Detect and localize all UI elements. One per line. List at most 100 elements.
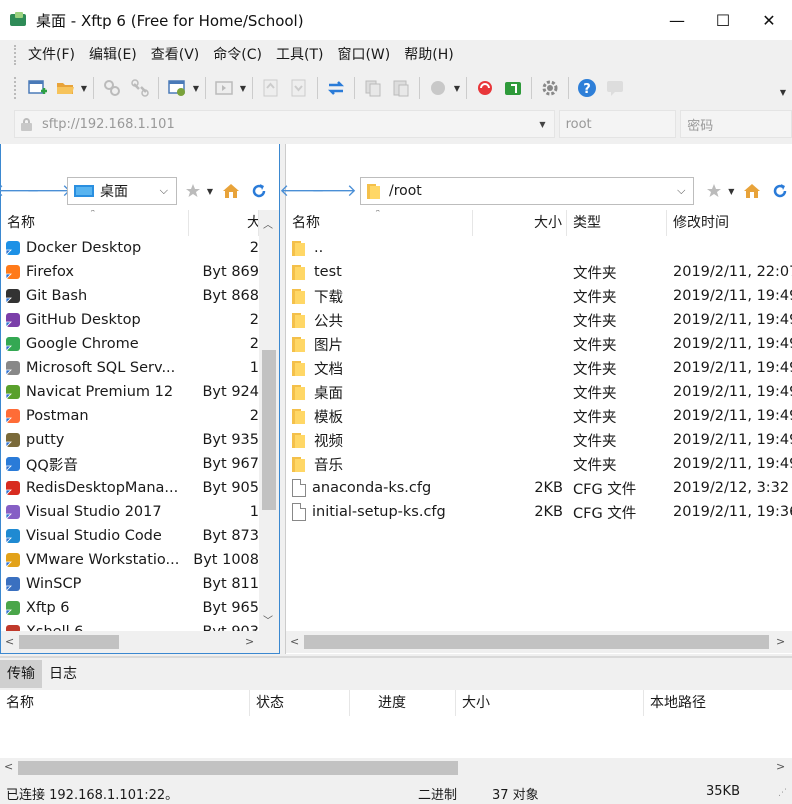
transfer-horizontal-scrollbar[interactable]: < >: [0, 758, 792, 778]
table-row[interactable]: QQ影音 967 Byt: [1, 452, 259, 476]
table-row[interactable]: ..: [286, 236, 792, 260]
home-icon[interactable]: [219, 179, 243, 203]
local-col-size[interactable]: 大: [189, 210, 259, 236]
table-row[interactable]: Xshell 6 903 Byt: [1, 620, 259, 631]
username-input[interactable]: root: [558, 110, 677, 138]
scroll-left-icon[interactable]: <: [4, 760, 13, 773]
tab-transfer[interactable]: 传输: [0, 660, 42, 688]
table-row[interactable]: WinSCP 811 Byt: [1, 572, 259, 596]
table-row[interactable]: 下载 文件夹 2019/2/11, 19:49: [286, 284, 792, 308]
minimize-button[interactable]: —: [654, 0, 700, 40]
paste-icon[interactable]: [387, 74, 415, 102]
table-row[interactable]: putty 935 Byt: [1, 428, 259, 452]
menu-tools[interactable]: 工具(T): [269, 40, 330, 70]
new-session-icon[interactable]: [23, 74, 51, 102]
transfer-col-status[interactable]: 状态: [250, 690, 350, 716]
table-row[interactable]: 图片 文件夹 2019/2/11, 19:49: [286, 332, 792, 356]
table-row[interactable]: Google Chrome 2: [1, 332, 259, 356]
host-address-input[interactable]: sftp://192.168.1.101 ▼: [14, 110, 555, 138]
remote-col-modified[interactable]: 修改时间: [667, 210, 792, 236]
table-row[interactable]: initial-setup-ks.cfg 2KB CFG 文件 2019/2/11, …: [286, 500, 792, 524]
connect-icon[interactable]: [98, 74, 126, 102]
table-row[interactable]: 文档 文件夹 2019/2/11, 19:49: [286, 356, 792, 380]
table-row[interactable]: Microsoft SQL Serv... 1: [1, 356, 259, 380]
menu-command[interactable]: 命令(C): [206, 40, 269, 70]
scroll-thumb[interactable]: [18, 761, 458, 775]
table-row[interactable]: Xftp 6 965 Byt: [1, 596, 259, 620]
record-icon[interactable]: [424, 74, 452, 102]
open-folder-icon[interactable]: [51, 74, 79, 102]
home-icon[interactable]: [740, 179, 764, 203]
table-row[interactable]: 音乐 文件夹 2019/2/11, 19:49: [286, 452, 792, 476]
upload-icon[interactable]: [257, 74, 285, 102]
properties-dropdown-icon[interactable]: ▼: [191, 74, 201, 102]
scroll-thumb[interactable]: [19, 635, 119, 649]
table-row[interactable]: 桌面 文件夹 2019/2/11, 19:49: [286, 380, 792, 404]
record-dropdown-icon[interactable]: ▼: [452, 74, 462, 102]
table-row[interactable]: 视频 文件夹 2019/2/11, 19:49: [286, 428, 792, 452]
transfer-col-progress[interactable]: 进度: [350, 690, 456, 716]
terminal-icon[interactable]: [210, 74, 238, 102]
table-row[interactable]: anaconda-ks.cfg 2KB CFG 文件 2019/2/12, 3:32: [286, 476, 792, 500]
scroll-right-icon[interactable]: >: [245, 635, 254, 648]
local-col-name[interactable]: 名称 ⌃: [1, 210, 189, 236]
favorites-star-icon[interactable]: [702, 179, 726, 203]
maximize-button[interactable]: ☐: [700, 0, 746, 40]
table-row[interactable]: Navicat Premium 12 924 Byt: [1, 380, 259, 404]
menu-file[interactable]: 文件(F): [21, 40, 82, 70]
gear-icon[interactable]: [536, 74, 564, 102]
menu-help[interactable]: 帮助(H): [397, 40, 460, 70]
remote-horizontal-scrollbar[interactable]: < >: [286, 631, 792, 653]
transfer-col-size[interactable]: 大小: [456, 690, 644, 716]
open-dropdown-icon[interactable]: ▼: [79, 74, 89, 102]
xftp-new-icon[interactable]: [499, 74, 527, 102]
toolbar-grip[interactable]: [14, 77, 17, 99]
scroll-thumb[interactable]: [304, 635, 769, 649]
password-input[interactable]: 密码: [680, 110, 792, 138]
local-horizontal-scrollbar[interactable]: < >: [1, 631, 279, 653]
resize-grip-icon[interactable]: ⋰: [778, 788, 787, 798]
favorites-dropdown-icon[interactable]: ▼: [205, 177, 215, 205]
remote-col-size[interactable]: 大小: [473, 210, 567, 236]
local-vertical-scrollbar[interactable]: ︿ ﹀: [259, 210, 279, 631]
table-row[interactable]: Visual Studio 2017 1: [1, 500, 259, 524]
table-row[interactable]: Git Bash 868 Byt: [1, 284, 259, 308]
pane-divider[interactable]: [0, 656, 792, 658]
table-row[interactable]: 模板 文件夹 2019/2/11, 19:49: [286, 404, 792, 428]
scroll-thumb[interactable]: [262, 350, 276, 510]
sync-icon[interactable]: [322, 74, 350, 102]
scroll-left-icon[interactable]: <: [5, 635, 14, 648]
favorites-dropdown-icon[interactable]: ▼: [726, 177, 736, 205]
table-row[interactable]: Postman 2: [1, 404, 259, 428]
scroll-right-icon[interactable]: >: [776, 760, 785, 773]
table-row[interactable]: RedisDesktopMana... 905 Byt: [1, 476, 259, 500]
address-dropdown-icon[interactable]: ▼: [539, 120, 545, 129]
transfer-col-name[interactable]: 名称: [0, 690, 250, 716]
local-path-select[interactable]: 桌面 ⌵: [67, 177, 177, 205]
scroll-left-icon[interactable]: <: [290, 635, 299, 648]
copy-icon[interactable]: [359, 74, 387, 102]
terminal-dropdown-icon[interactable]: ▼: [238, 74, 248, 102]
tab-log[interactable]: 日志: [42, 660, 84, 688]
scroll-up-icon[interactable]: ︿: [263, 216, 273, 231]
disconnect-icon[interactable]: [126, 74, 154, 102]
chat-icon[interactable]: [601, 74, 629, 102]
remote-path-select[interactable]: /root ⌵: [360, 177, 695, 205]
table-row[interactable]: 公共 文件夹 2019/2/11, 19:49: [286, 308, 792, 332]
help-icon[interactable]: ?: [573, 74, 601, 102]
transfer-col-local-path[interactable]: 本地路径: [644, 690, 792, 716]
favorites-star-icon[interactable]: [181, 179, 205, 203]
scroll-right-icon[interactable]: >: [776, 635, 785, 648]
remote-col-name[interactable]: 名称 ⌃: [286, 210, 473, 236]
refresh-icon[interactable]: [247, 179, 271, 203]
close-button[interactable]: ✕: [746, 0, 792, 40]
menu-window[interactable]: 窗口(W): [330, 40, 397, 70]
table-row[interactable]: VMware Workstatio... 1008 Byt: [1, 548, 259, 572]
scroll-down-icon[interactable]: ﹀: [263, 612, 273, 627]
menu-edit[interactable]: 编辑(E): [82, 40, 144, 70]
remote-col-type[interactable]: 类型: [567, 210, 667, 236]
table-row[interactable]: Firefox 869 Byt: [1, 260, 259, 284]
menu-view[interactable]: 查看(V): [144, 40, 207, 70]
netsarang-icon[interactable]: [471, 74, 499, 102]
toolbar-overflow-icon[interactable]: ▼: [780, 88, 786, 97]
